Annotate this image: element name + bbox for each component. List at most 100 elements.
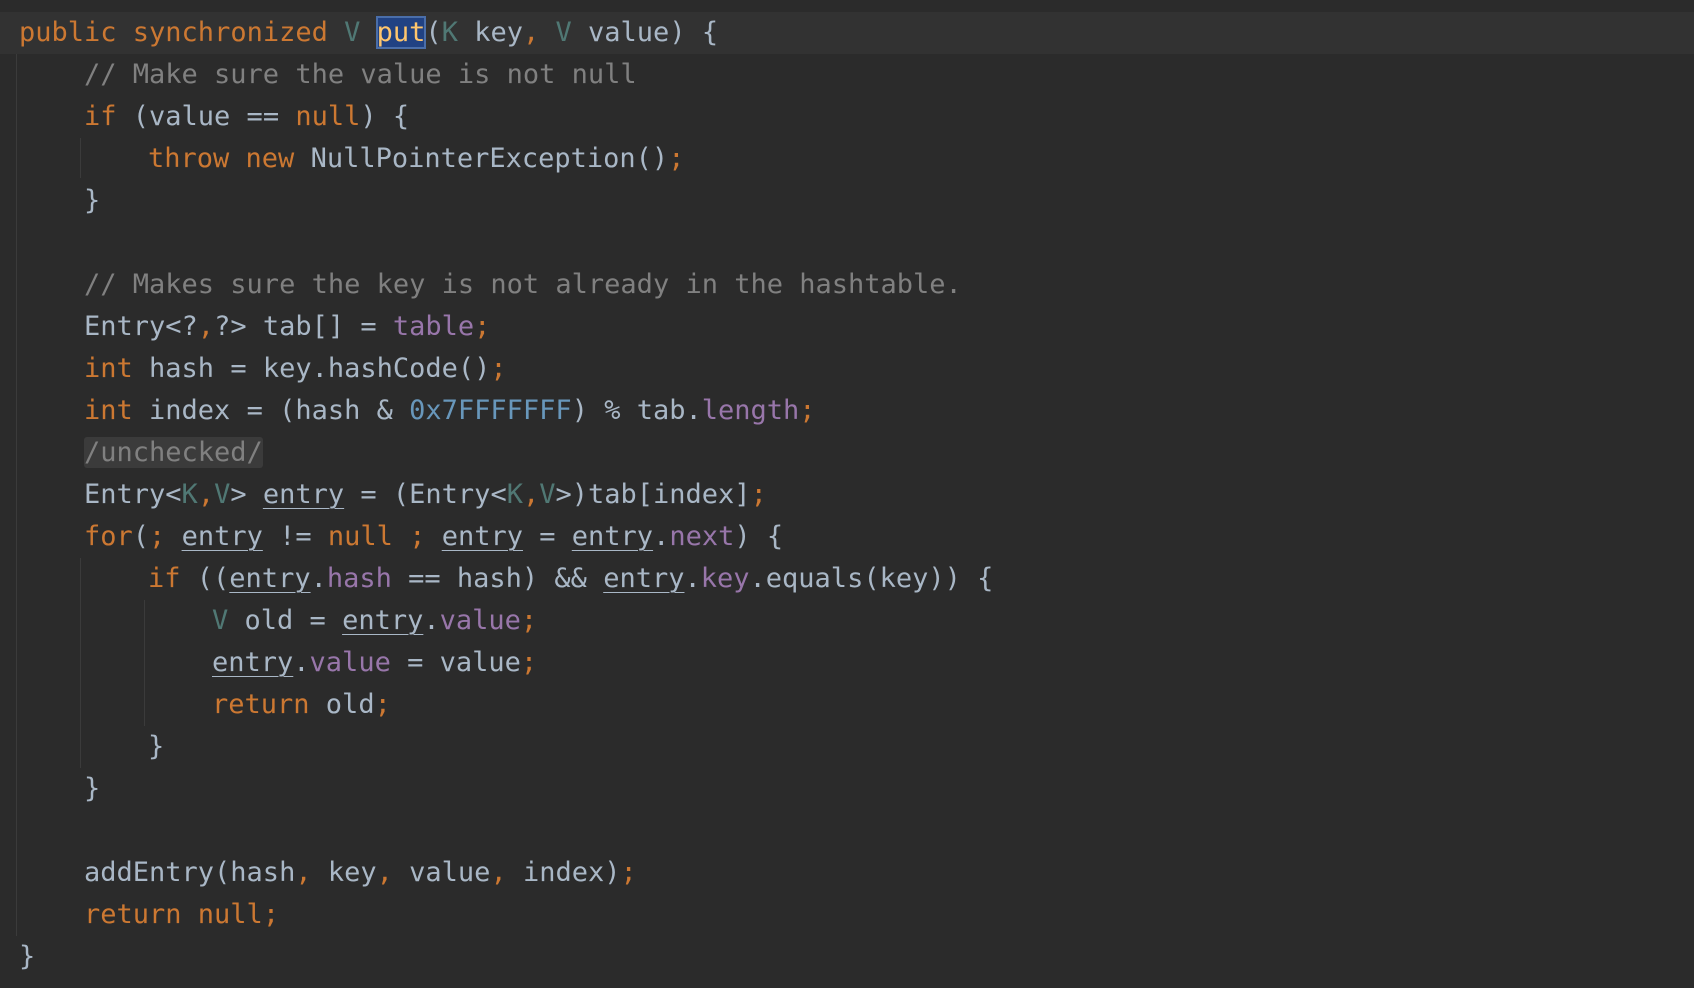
- unchecked-inlay-hint[interactable]: /unchecked/: [84, 437, 263, 468]
- token-plain: ) {: [360, 101, 410, 132]
- token-reassigned-variable: entry: [229, 563, 311, 594]
- token-plain: }: [19, 941, 36, 972]
- token-number: 0x7FFFFFFF: [409, 395, 572, 426]
- token-plain: (: [132, 521, 150, 552]
- code-line-13[interactable]: for(; entry != null ; entry = entry.next…: [84, 516, 783, 558]
- token-reassigned-variable: entry: [441, 521, 523, 552]
- token-plain: value) {: [571, 17, 719, 48]
- token-reassigned-variable: entry: [212, 647, 294, 678]
- code-line-16[interactable]: entry.value = value;: [212, 642, 537, 684]
- token-reassigned-variable: entry: [181, 521, 263, 552]
- token-field: value: [309, 647, 391, 678]
- token-plain: ) {: [734, 521, 784, 552]
- token-reassigned-variable: entry: [262, 479, 345, 510]
- selected-method-name[interactable]: put: [375, 16, 427, 49]
- code-line-10[interactable]: int index = (hash & 0x7FFFFFFF) % tab.le…: [84, 390, 816, 432]
- token-plain: ((: [180, 563, 230, 594]
- code-line-15[interactable]: V old = entry.value;: [212, 600, 537, 642]
- token-plain: Entry<: [84, 479, 182, 510]
- token-plain: !=: [262, 521, 328, 552]
- code-editor[interactable]: public synchronized V put(K key, V value…: [0, 0, 1694, 988]
- token-semicolon: ;: [750, 479, 767, 510]
- token-field: key: [700, 563, 750, 594]
- token-plain: Entry<?: [84, 311, 198, 342]
- token-keyword: throw new: [148, 143, 295, 174]
- token-comma: ,: [197, 479, 215, 510]
- token-type-param: K: [441, 17, 458, 48]
- token-semicolon: ;: [799, 395, 816, 426]
- token-plain: =: [523, 521, 572, 552]
- token-plain: }: [148, 731, 165, 762]
- token-comma: ,: [490, 857, 507, 888]
- token-reassigned-variable: entry: [603, 563, 685, 594]
- token-keyword: if: [84, 101, 117, 132]
- code-line-9[interactable]: int hash = key.hashCode();: [84, 348, 507, 390]
- code-line-17[interactable]: return old;: [212, 684, 391, 726]
- token-comma: ,: [295, 857, 312, 888]
- token-plain: == hash) &&: [391, 563, 604, 594]
- token-type-param: K: [506, 479, 523, 510]
- code-line-1[interactable]: public synchronized V put(K key, V value…: [19, 12, 718, 54]
- token-type-param: V: [555, 17, 572, 48]
- token-plain: .: [310, 563, 327, 594]
- code-line-18[interactable]: }: [148, 726, 164, 768]
- token-type-param: V: [214, 479, 231, 510]
- token-plain: .: [684, 563, 701, 594]
- token-field: hash: [326, 563, 392, 594]
- token-reassigned-variable: entry: [571, 521, 654, 552]
- token-field: next: [669, 521, 735, 552]
- token-plain: ) % tab.: [571, 395, 702, 426]
- code-line-7[interactable]: // Makes sure the key is not already in …: [84, 264, 962, 306]
- code-line-2[interactable]: // Make sure the value is not null: [84, 54, 637, 96]
- token-keyword: int: [84, 395, 133, 426]
- token-semicolon: ;: [149, 521, 166, 552]
- token-plain: >)tab[index]: [555, 479, 751, 510]
- code-line-5[interactable]: }: [84, 180, 100, 222]
- token-comma: ,: [376, 857, 393, 888]
- token-plain: }: [84, 773, 101, 804]
- token-plain: >: [230, 479, 263, 510]
- code-line-4[interactable]: throw new NullPointerException();: [148, 138, 684, 180]
- token-keyword: for: [84, 521, 133, 552]
- token-comma: ,: [522, 17, 540, 48]
- code-line-3[interactable]: if (value == null) {: [84, 96, 409, 138]
- token-plain: old: [309, 689, 375, 720]
- editor-top-strip: [0, 0, 1694, 12]
- token-semicolon: ;: [668, 143, 685, 174]
- token-keyword: int: [84, 353, 133, 384]
- indent-guide-for: [80, 558, 81, 768]
- token-comma: ,: [522, 479, 540, 510]
- code-line-14[interactable]: if ((entry.hash == hash) && entry.key.eq…: [148, 558, 993, 600]
- token-plain: .: [293, 647, 310, 678]
- token-plain: (: [425, 17, 442, 48]
- code-line-23[interactable]: }: [19, 936, 35, 978]
- token-type-param: V: [212, 605, 229, 636]
- token-keyword: null: [295, 101, 361, 132]
- token-semicolon: ;: [490, 353, 507, 384]
- token-semicolon: ;: [262, 899, 280, 930]
- indent-guide-if-key: [144, 600, 145, 726]
- code-line-12[interactable]: Entry<K,V> entry = (Entry<K,V>)tab[index…: [84, 474, 767, 516]
- token-plain: .: [653, 521, 670, 552]
- code-line-19[interactable]: }: [84, 768, 100, 810]
- token-plain: = (Entry<: [344, 479, 507, 510]
- token-comment: // Make sure the value is not null: [84, 59, 637, 90]
- token-plain: key: [311, 857, 377, 888]
- code-line-8[interactable]: Entry<?,?> tab[] = table;: [84, 306, 490, 348]
- token-reassigned-variable: entry: [342, 605, 424, 636]
- token-semicolon: ;: [620, 857, 637, 888]
- token-semicolon: ;: [409, 521, 426, 552]
- indent-guide-method: [16, 54, 17, 936]
- token-plain: = value: [390, 647, 521, 678]
- code-line-22[interactable]: return null;: [84, 894, 279, 936]
- token-plain: NullPointerException(): [294, 143, 669, 174]
- token-plain: (value ==: [116, 101, 296, 132]
- token-keyword: public synchronized: [19, 17, 345, 48]
- token-plain: .equals(key)) {: [749, 563, 994, 594]
- code-line-21[interactable]: addEntry(hash, key, value, index);: [84, 852, 637, 894]
- code-line-11[interactable]: /unchecked/: [84, 432, 263, 474]
